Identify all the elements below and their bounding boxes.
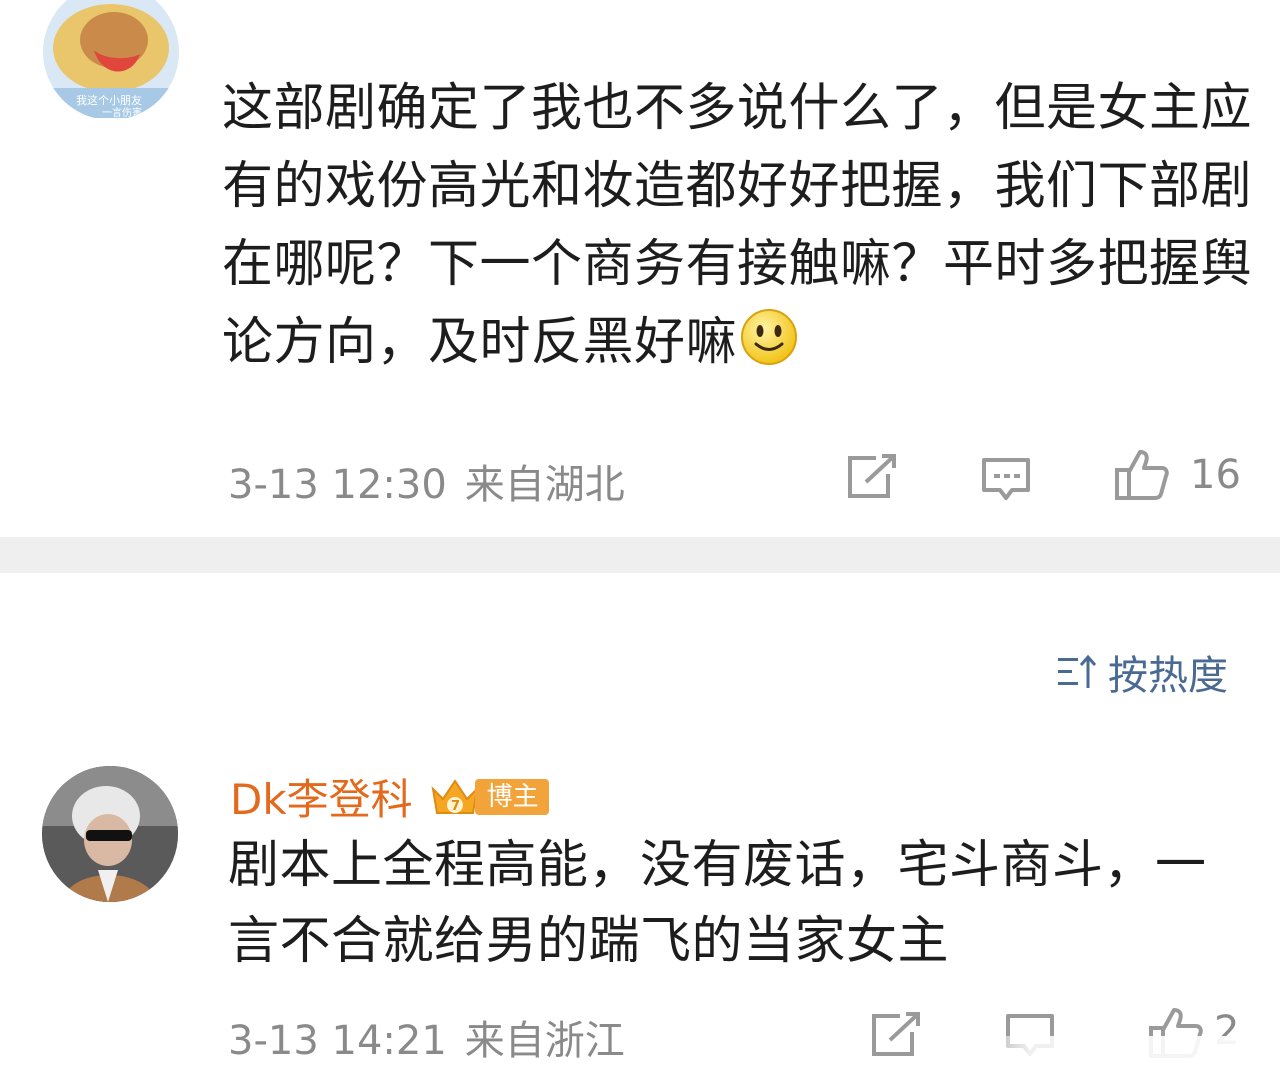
username-row: Dk李登科 7 博主 [230, 766, 549, 827]
avatar[interactable] [42, 766, 178, 902]
smile-emoji-icon [741, 309, 798, 365]
comment-text: 这部剧确定了我也不多说什么了，但是女主应有的戏份高光和妆造都好好把握，我们下部剧… [222, 70, 1252, 382]
comment-body: 这部剧确定了我也不多说什么了，但是女主应有的戏份高光和妆造都好好把握，我们下部剧… [222, 79, 1253, 372]
watermark [968, 1036, 1280, 1080]
svg-text:一言伤害: 一言伤害 [102, 106, 142, 118]
svg-text:我这个小朋友: 我这个小朋友 [76, 93, 142, 107]
weibo-comments-page: 我这个小朋友 一言伤害 这部剧确定了我也不多说什么了，但是女主应有的戏份高光和妆… [0, 0, 1280, 1080]
share-icon[interactable] [870, 1012, 922, 1058]
like-icon[interactable] [1114, 448, 1170, 502]
sort-label: 按热度 [1108, 653, 1228, 699]
location: 来自湖北 [464, 462, 625, 508]
share-icon[interactable] [846, 454, 898, 500]
timestamp: 3-13 14:21 [228, 1018, 447, 1064]
timestamp: 3-13 12:30 [228, 462, 447, 508]
comment-text: 剧本上全程高能，没有废话，宅斗商斗，一言不合就给男的踹飞的当家女主 [228, 836, 1207, 971]
sort-icon [1058, 654, 1097, 688]
avatar[interactable]: 我这个小朋友 一言伤害 [42, 0, 180, 118]
comment-meta: 3-13 12:30 来自湖北 [228, 452, 625, 510]
comment-meta: 3-13 14:21 来自浙江 [228, 1008, 625, 1066]
crown-level-icon: 7 [431, 778, 479, 814]
location: 来自浙江 [464, 1018, 625, 1064]
like-count: 16 [1190, 452, 1241, 498]
blogger-badge: 博主 [474, 778, 549, 815]
svg-text:7: 7 [451, 799, 460, 814]
comment-icon[interactable] [980, 456, 1032, 502]
section-divider [0, 537, 1280, 573]
username[interactable]: Dk李登科 [230, 766, 413, 827]
sort-by-hot-button[interactable]: 按热度 [1056, 643, 1228, 701]
